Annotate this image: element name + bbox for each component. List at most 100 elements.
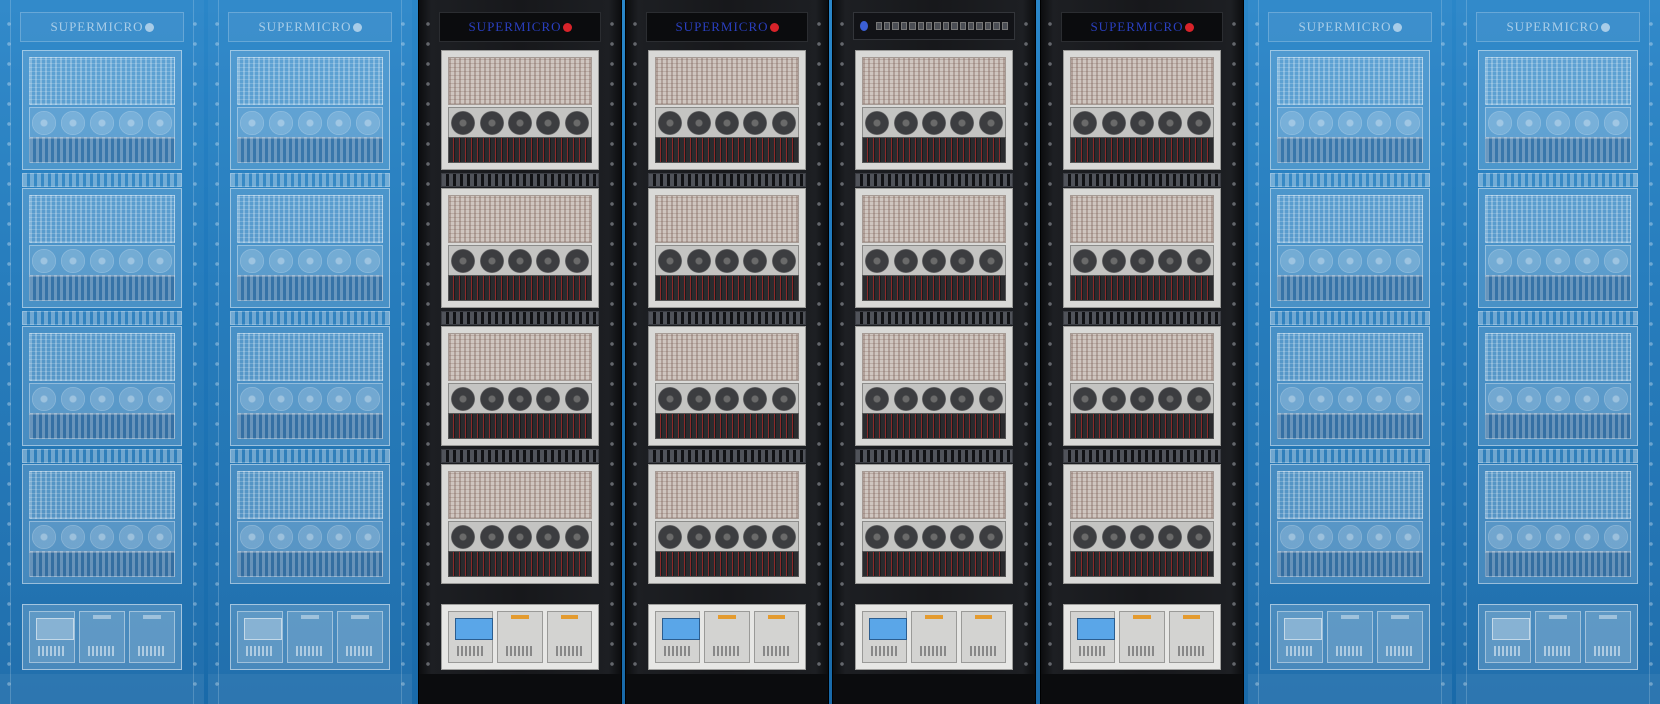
- network-port: [909, 22, 916, 30]
- gpu-server-chassis: [1063, 464, 1221, 584]
- warning-label: [1341, 615, 1359, 619]
- vent-grill: [871, 646, 899, 656]
- vent-grill: [920, 646, 948, 656]
- rack-switch-strip: [648, 449, 806, 463]
- power-module: [79, 611, 125, 663]
- gpu-server-chassis: [230, 326, 390, 446]
- fan-icon: [89, 111, 114, 135]
- drive-bays: [1485, 551, 1631, 577]
- fan-icon: [61, 387, 86, 411]
- fan-icon: [1488, 525, 1513, 549]
- drive-bays: [862, 137, 1006, 163]
- front-mesh-grille: [862, 471, 1006, 519]
- network-port: [951, 22, 958, 30]
- vent-grill: [1177, 646, 1205, 656]
- fan-icon: [865, 111, 890, 135]
- vent-grill: [969, 646, 997, 656]
- fan-icon: [355, 525, 380, 549]
- rack-top-panel: SUPERMICRO: [1061, 12, 1223, 42]
- vent-grill: [555, 646, 583, 656]
- vent-grill: [1128, 646, 1156, 656]
- gpu-server-chassis: [1478, 464, 1638, 584]
- front-mesh-grille: [1070, 195, 1214, 243]
- rack-switch-strip: [1063, 311, 1221, 325]
- fan-icon: [118, 111, 143, 135]
- fan-icon: [1366, 387, 1391, 411]
- warning-label: [767, 615, 785, 619]
- fan-icon: [1280, 111, 1305, 135]
- rack-base: [1041, 674, 1243, 704]
- warning-label: [1599, 615, 1617, 619]
- rack-top-panel: SUPERMICRO: [439, 12, 601, 42]
- warning-label: [1182, 615, 1200, 619]
- power-module: [1377, 611, 1423, 663]
- vent-grill: [296, 646, 324, 656]
- fan-icon: [1517, 111, 1542, 135]
- network-port: [884, 22, 891, 30]
- server-rack: SUPERMICRO: [418, 0, 622, 704]
- gpu-server-chassis: [648, 326, 806, 446]
- rack-rail: [1646, 14, 1656, 690]
- gpu-server-chassis: [1270, 464, 1430, 584]
- brand-dot-icon: [1184, 22, 1194, 32]
- gpu-server-chassis: [1270, 188, 1430, 308]
- vent-grill: [138, 646, 166, 656]
- front-mesh-grille: [862, 195, 1006, 243]
- front-mesh-grille: [655, 333, 799, 381]
- fan-icon: [658, 525, 683, 549]
- fan-icon: [326, 387, 351, 411]
- vent-grill: [246, 646, 274, 656]
- power-module: [704, 611, 750, 663]
- fan-icon: [893, 249, 918, 273]
- fan-icon: [921, 111, 946, 135]
- fan-icon: [865, 525, 890, 549]
- fan-icon: [1574, 111, 1599, 135]
- power-module: [546, 611, 592, 663]
- fan-icon: [1073, 249, 1098, 273]
- drive-bays: [1070, 275, 1214, 301]
- server-rack: [832, 0, 1036, 704]
- rack-top-panel: SUPERMICRO: [228, 12, 392, 42]
- lcd-display: [1077, 618, 1115, 640]
- fan-icon: [147, 387, 172, 411]
- rack-switch-strip: [855, 173, 1013, 187]
- fan-icon: [1186, 525, 1211, 549]
- server-rack: SUPERMICRO: [625, 0, 829, 704]
- drive-bays: [862, 275, 1006, 301]
- vent-grill: [1336, 646, 1364, 656]
- drive-bays: [29, 275, 175, 301]
- fan-icon: [1574, 387, 1599, 411]
- fan-icon: [479, 525, 504, 549]
- fan-icon: [893, 387, 918, 411]
- gpu-server-chassis: [441, 326, 599, 446]
- fan-icon: [269, 249, 294, 273]
- gpu-server-chassis: [1063, 326, 1221, 446]
- brand-dot-icon: [352, 22, 362, 32]
- gpu-server-chassis: [1270, 326, 1430, 446]
- drive-bays: [655, 551, 799, 577]
- rack-rail: [1045, 14, 1055, 690]
- fan-icon: [1545, 249, 1570, 273]
- fan-icon: [32, 387, 57, 411]
- fan-icon: [1488, 249, 1513, 273]
- drive-bays: [1277, 551, 1423, 577]
- fan-icon: [355, 249, 380, 273]
- lcd-display: [1492, 618, 1530, 640]
- switch-logo-icon: [860, 21, 868, 31]
- rack-rail: [423, 14, 433, 690]
- fan-icon: [1366, 525, 1391, 549]
- server-racks-scene: SUPERMICRO SUPERMICRO SUPERMICRO SUPERMICRO…: [0, 0, 1660, 704]
- power-module: [497, 611, 543, 663]
- lcd-display: [455, 618, 493, 640]
- fan-icon: [1574, 525, 1599, 549]
- network-port: [926, 22, 933, 30]
- power-module: [911, 611, 957, 663]
- front-mesh-grille: [29, 57, 175, 105]
- fan-bank: [29, 383, 175, 415]
- gpu-server-chassis: [1478, 326, 1638, 446]
- drive-bays: [655, 137, 799, 163]
- fan-icon: [1158, 525, 1183, 549]
- fan-icon: [1309, 525, 1334, 549]
- fan-icon: [1129, 387, 1154, 411]
- rack-base: [833, 674, 1035, 704]
